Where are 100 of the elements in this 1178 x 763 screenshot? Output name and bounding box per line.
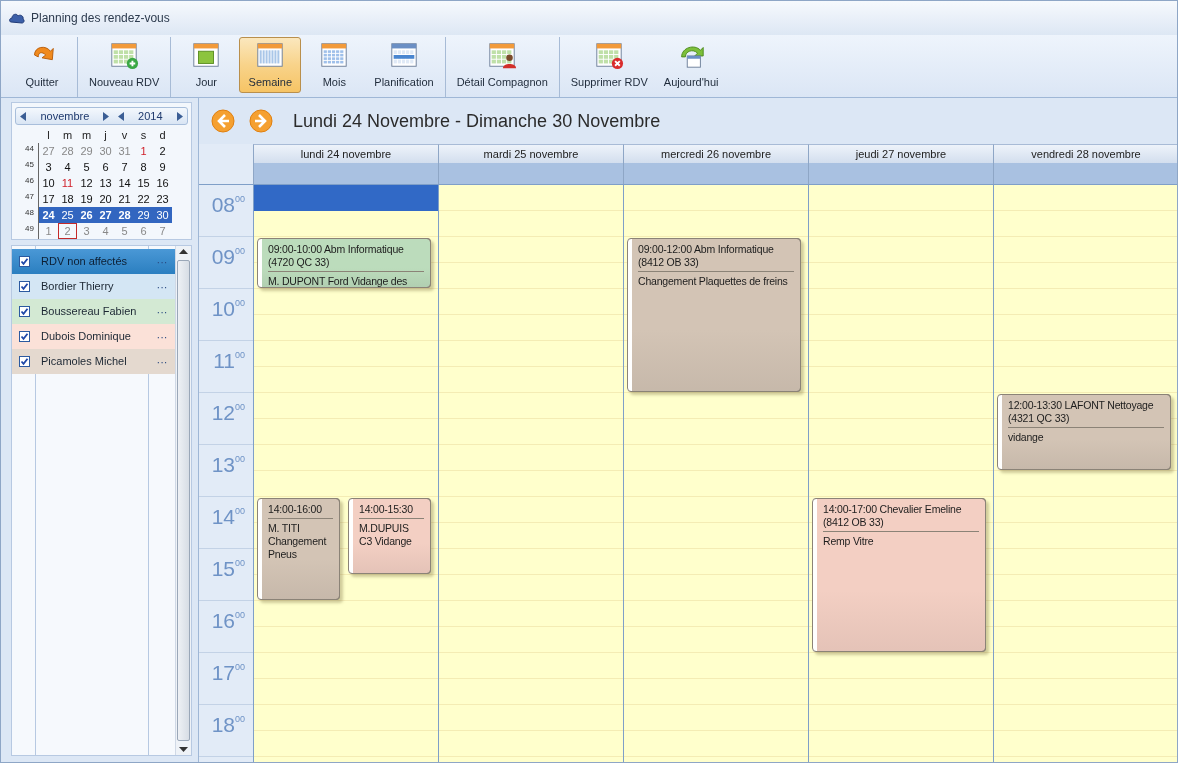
technician-name[interactable]: RDV non affectés: [36, 249, 149, 274]
checkbox[interactable]: [18, 356, 30, 367]
calendar-day[interactable]: 27: [39, 143, 58, 159]
calendar-day[interactable]: 26: [77, 207, 96, 223]
calendar-day[interactable]: 16: [153, 175, 172, 191]
calendar-day[interactable]: 27: [96, 207, 115, 223]
appointment-title: 14:00-17:00 Chevalier Emeline (8412 OB 33): [823, 501, 979, 532]
next-year-icon[interactable]: [176, 111, 183, 121]
calendar-day[interactable]: 23: [153, 191, 172, 207]
appointment-details: M. TITI Changement Pneus: [268, 521, 328, 562]
checkbox[interactable]: [18, 281, 30, 292]
calendar-day[interactable]: 5: [77, 159, 96, 175]
calendar-day[interactable]: 30: [153, 207, 172, 223]
calendar-day[interactable]: 12: [77, 175, 96, 191]
calendar-day[interactable]: 22: [134, 191, 153, 207]
calendar-day[interactable]: 3: [39, 159, 58, 175]
toolbar-button[interactable]: Mois: [303, 37, 366, 93]
appointment-card[interactable]: 14:00-17:00 Chevalier Emeline (8412 OB 33) Remp Vitre: [812, 498, 986, 652]
calendar-day[interactable]: 18: [58, 191, 77, 207]
technician-name[interactable]: Bordier Thierry: [36, 274, 149, 299]
toolbar-button[interactable]: Aujourd'hui: [656, 37, 726, 93]
day-column[interactable]: 09:00-10:00 Abm Informatique (4720 QC 33) M. DUPONT Ford Vidange des 14:00-16:00 M. TITI Changement Pneus 14:00-15:30 M.DUPUIS C3 Vidange: [253, 184, 438, 762]
toolbar-button[interactable]: Supprimer RDV: [563, 37, 655, 93]
hour-label: 18$^{00}$: [211, 713, 245, 736]
calendar-day[interactable]: 24: [39, 207, 58, 223]
calendar-day[interactable]: 7: [153, 223, 172, 239]
hour-label: 15$^{00}$: [211, 557, 245, 580]
checkbox[interactable]: [18, 256, 30, 267]
day-column[interactable]: 12:00-13:30 LAFONT Nettoyage (4321 QC 33) vidange: [993, 184, 1177, 762]
next-week-icon[interactable]: [249, 109, 273, 133]
weekday-label: v: [120, 128, 129, 143]
appointment-details: vidange: [1008, 430, 1045, 445]
more-button[interactable]: ···: [149, 324, 175, 349]
appointment-title: 14:00-15:30: [359, 501, 424, 519]
day-column[interactable]: 09:00-12:00 Abm Informatique (8412 OB 33) Changement Plaquettes de freins: [623, 184, 808, 762]
technician-name[interactable]: Boussereau Fabien: [36, 299, 149, 324]
calendar-day[interactable]: 5: [115, 223, 134, 239]
appointment-card[interactable]: 14:00-16:00 M. TITI Changement Pneus: [257, 498, 340, 600]
calendar-day[interactable]: 21: [115, 191, 134, 207]
calendar-delete-icon: [593, 40, 626, 70]
calendar-day[interactable]: 25: [58, 207, 77, 223]
calendar-day[interactable]: 2: [153, 143, 172, 159]
checkbox[interactable]: [18, 331, 30, 342]
calendar-day[interactable]: 8: [134, 159, 153, 175]
calendar-day[interactable]: 4: [58, 159, 77, 175]
appointment-card[interactable]: 09:00-12:00 Abm Informatique (8412 OB 33) Changement Plaquettes de freins: [627, 238, 801, 392]
week-number: 49: [15, 223, 39, 239]
previous-month-icon[interactable]: [20, 111, 27, 121]
calendar-day[interactable]: 2: [58, 223, 77, 239]
calendar-day[interactable]: 20: [96, 191, 115, 207]
previous-year-icon[interactable]: [118, 111, 125, 121]
scroll-thumb[interactable]: [177, 260, 190, 741]
calendar-day[interactable]: 28: [115, 207, 134, 223]
timeline-icon: [388, 40, 420, 70]
more-button[interactable]: ···: [149, 274, 175, 299]
previous-week-icon[interactable]: [211, 109, 235, 133]
more-button[interactable]: ···: [149, 349, 175, 374]
weekday-label: m: [80, 128, 93, 143]
appointment-title: 09:00-12:00 Abm Informatique (8412 OB 33): [638, 241, 794, 272]
calendar-day[interactable]: 1: [134, 143, 153, 159]
calendar-day[interactable]: 15: [134, 175, 153, 191]
toolbar-button[interactable]: Nouveau RDV: [82, 37, 167, 93]
calendar-day[interactable]: 9: [153, 159, 172, 175]
calendar-day[interactable]: 17: [39, 191, 58, 207]
toolbar-button[interactable]: Semaine: [239, 37, 302, 93]
scrollbar[interactable]: [175, 246, 191, 755]
toolbar-button[interactable]: Planification: [367, 37, 441, 93]
next-month-icon[interactable]: [103, 111, 110, 121]
appointment-card[interactable]: 09:00-10:00 Abm Informatique (4720 QC 33) M. DUPONT Ford Vidange des: [257, 238, 431, 288]
appointment-card[interactable]: 12:00-13:30 LAFONT Nettoyage (4321 QC 33) vidange: [997, 394, 1171, 470]
calendar-day[interactable]: 6: [96, 159, 115, 175]
technician-name[interactable]: Picamoles Michel: [36, 349, 149, 374]
technician-name[interactable]: Dubois Dominique: [36, 324, 149, 349]
toolbar-button[interactable]: Quitter: [11, 37, 73, 93]
hour-label: 10$^{00}$: [211, 297, 245, 320]
toolbar-button[interactable]: Jour: [175, 37, 238, 93]
calendar-day[interactable]: 7: [115, 159, 134, 175]
appointment-details: M.DUPUIS C3 Vidange: [359, 521, 413, 549]
hour-label: 13$^{00}$: [211, 453, 245, 476]
week-number: 47: [15, 191, 39, 207]
calendar-day[interactable]: 29: [134, 207, 153, 223]
year-label: 2014: [138, 110, 163, 122]
hour-label: 11$^{00}$: [213, 349, 245, 372]
window-title: Planning des rendez-vous: [31, 11, 170, 25]
calendar-day[interactable]: 13: [96, 175, 115, 191]
calendar-day[interactable]: 6: [134, 223, 153, 239]
toolbar-button[interactable]: Détail Compagnon: [449, 37, 555, 93]
more-button[interactable]: ···: [149, 299, 175, 324]
checkbox[interactable]: [18, 306, 30, 317]
calendar-plus-icon: [108, 40, 141, 70]
day-header: mardi 25 novembre: [438, 144, 623, 163]
calendar-day[interactable]: 14: [115, 175, 134, 191]
calendar-day[interactable]: 10: [39, 175, 58, 191]
calendar-day[interactable]: 11: [58, 175, 77, 191]
calendar-day[interactable]: 19: [77, 191, 96, 207]
appointment-details: M. DUPONT Ford Vidange des: [268, 274, 409, 287]
week-number: 46: [15, 175, 39, 191]
appointment-details: Changement Plaquettes de freins: [638, 274, 789, 289]
day-column[interactable]: 14:00-17:00 Chevalier Emeline (8412 OB 33) Remp Vitre: [808, 184, 993, 762]
appointment-card[interactable]: 14:00-15:30 M.DUPUIS C3 Vidange: [348, 498, 431, 574]
